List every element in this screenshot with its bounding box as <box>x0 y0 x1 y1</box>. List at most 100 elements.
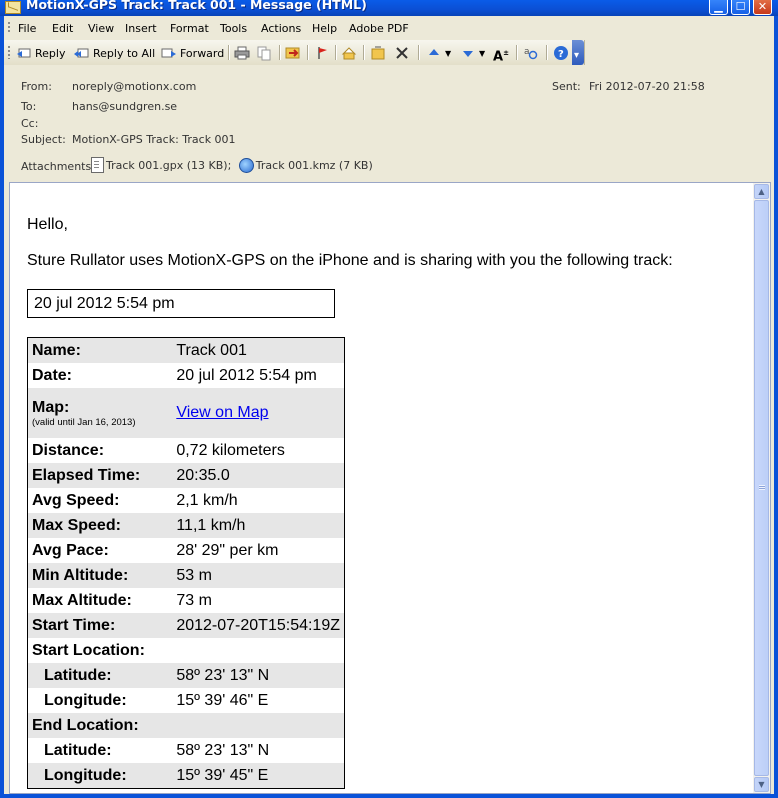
move-to-folder-button[interactable] <box>285 44 301 62</box>
subject-label: Subject: <box>21 133 66 146</box>
menu-tools[interactable]: Tools <box>220 22 247 35</box>
track-field-value-text: 0,72 kilometers <box>176 441 285 459</box>
previous-item-dropdown-icon[interactable]: ▼ <box>445 49 451 58</box>
map-validity-note: (valid until Jan 16, 2013) <box>32 416 136 428</box>
track-row: End Location: <box>27 713 345 738</box>
font-size-button[interactable]: A± <box>493 44 509 65</box>
subject-value: MotionX-GPS Track: Track 001 <box>72 133 236 146</box>
window-title: MotionX-GPS Track: Track 001 - Message (… <box>26 0 367 12</box>
track-field-value: Track 001 <box>167 337 345 363</box>
address-book-button[interactable] <box>341 44 357 62</box>
previous-item-button[interactable]: ▼ <box>426 44 451 62</box>
track-field-label-text: Avg Pace: <box>32 541 109 559</box>
close-button[interactable]: ✕ <box>753 0 772 15</box>
title-bar: MotionX-GPS Track: Track 001 - Message (… <box>0 0 778 16</box>
track-field-label-text: Longitude: <box>44 691 127 709</box>
track-row: Min Altitude: 53 m <box>27 563 345 588</box>
move-button[interactable] <box>370 44 386 62</box>
to-label: To: <box>21 100 37 113</box>
track-field-value-text: 11,1 km/h <box>176 516 246 534</box>
track-field-label: Max Speed: <box>27 513 168 538</box>
track-row: Longitude: 15º 39' 45" E <box>27 763 345 789</box>
view-on-map-link[interactable]: View on Map <box>176 404 268 421</box>
copy-button[interactable] <box>256 44 272 62</box>
delete-button[interactable] <box>394 44 410 62</box>
printer-icon <box>234 45 250 61</box>
maximize-button[interactable]: ☐ <box>731 0 750 15</box>
menu-help[interactable]: Help <box>312 22 337 35</box>
menu-adobe-pdf[interactable]: Adobe PDF <box>349 22 409 35</box>
track-row: Latitude: 58º 23' 13" N <box>27 663 345 688</box>
scroll-down-button[interactable]: ▼ <box>754 777 769 792</box>
address-book-icon <box>341 45 357 61</box>
forward-label: Forward <box>180 46 225 60</box>
track-row: Longitude: 15º 39' 46" E <box>28 688 345 713</box>
print-button[interactable] <box>234 44 250 62</box>
attachment-gpx[interactable]: Track 001.gpx (13 KB); <box>91 157 231 173</box>
menu-view[interactable]: View <box>88 22 114 35</box>
menu-edit[interactable]: Edit <box>52 22 73 35</box>
forward-icon <box>161 45 177 61</box>
attachment-gpx-label: Track 001.gpx (13 KB); <box>106 158 232 172</box>
help-icon: ? <box>553 45 569 61</box>
font-size-icon: A± <box>493 49 509 65</box>
menu-bar: File Edit View Insert Format Tools Actio… <box>4 16 774 40</box>
track-field-value: 2,1 km/h <box>167 488 344 513</box>
toolbar-options-button[interactable] <box>572 40 584 65</box>
track-field-value: 0,72 kilometers <box>167 438 344 463</box>
track-field-value-text: 53 m <box>176 566 212 584</box>
track-field-label-text: Name: <box>32 341 81 359</box>
down-arrow-icon <box>460 45 476 61</box>
reply-button[interactable]: Reply <box>16 44 65 62</box>
vertical-scrollbar[interactable]: ▲ ▼ <box>753 183 770 793</box>
track-field-value-text: 20:35.0 <box>176 466 230 484</box>
menubar-grip[interactable] <box>8 22 10 34</box>
track-field-label-text: Start Time: <box>32 616 116 634</box>
track-field-label-text: End Location: <box>32 716 139 734</box>
track-field-value: 58º 23' 13" N <box>167 663 345 688</box>
track-field-label: Avg Speed: <box>28 488 168 513</box>
up-arrow-icon <box>426 45 442 61</box>
envelope-icon <box>5 1 21 14</box>
track-field-label: Latitude: <box>28 738 168 763</box>
track-row: Latitude: 58º 23' 13" N <box>28 738 345 763</box>
help-button[interactable]: ? <box>553 44 569 62</box>
track-field-value-text: 15º 39' 45" E <box>176 766 269 784</box>
track-field-value: 15º 39' 46" E <box>167 688 344 713</box>
track-row: Map: (valid until Jan 16, 2013) View on Ma… <box>27 388 345 438</box>
attachments-label: Attachments: <box>21 160 95 173</box>
track-field-value <box>167 638 344 663</box>
menu-insert[interactable]: Insert <box>125 22 157 35</box>
track-field-value: 73 m <box>167 588 344 613</box>
toolbar-grip[interactable] <box>8 46 10 59</box>
menu-actions[interactable]: Actions <box>261 22 301 35</box>
track-field-label: Name: <box>27 337 168 363</box>
menu-format[interactable]: Format <box>170 22 209 35</box>
reply-all-button[interactable]: Reply to All <box>74 44 155 62</box>
follow-up-flag-button[interactable] <box>314 44 330 62</box>
track-field-value-text: 15º 39' 46" E <box>176 691 269 709</box>
cc-label: Cc: <box>21 117 39 130</box>
attachment-kmz[interactable]: Track 001.kmz (7 KB) <box>238 158 373 173</box>
from-value[interactable]: noreply@motionx.com <box>72 80 196 93</box>
sent-value: Fri 2012-07-20 21:58 <box>589 80 705 93</box>
find-button[interactable]: a <box>523 44 539 62</box>
reply-icon <box>16 45 32 61</box>
attachments-list: Track 001.gpx (13 KB); Track 001.kmz (7 … <box>91 157 373 176</box>
track-field-value: 58º 23' 13" N <box>167 738 344 763</box>
next-item-button[interactable]: ▼ <box>460 44 485 62</box>
forward-button[interactable]: Forward <box>161 44 224 62</box>
track-field-value: 11,1 km/h <box>167 513 345 538</box>
menu-file[interactable]: File <box>18 22 36 35</box>
scroll-up-button[interactable]: ▲ <box>754 184 769 199</box>
next-item-dropdown-icon[interactable]: ▼ <box>479 49 485 58</box>
to-value[interactable]: hans@sundgren.se <box>72 100 177 113</box>
track-field-value: 20:35.0 <box>167 463 345 488</box>
track-field-value-text: 20 jul 2012 5:54 pm <box>176 366 317 384</box>
scroll-thumb[interactable] <box>754 200 769 776</box>
attachment-kmz-label: Track 001.kmz (7 KB) <box>255 159 373 172</box>
track-field-label: Latitude: <box>27 663 168 688</box>
minimize-button[interactable]: ▁ <box>709 0 728 15</box>
track-row: Elapsed Time: 20:35.0 <box>27 463 345 488</box>
track-field-label: Map: (valid until Jan 16, 2013) <box>27 388 168 438</box>
